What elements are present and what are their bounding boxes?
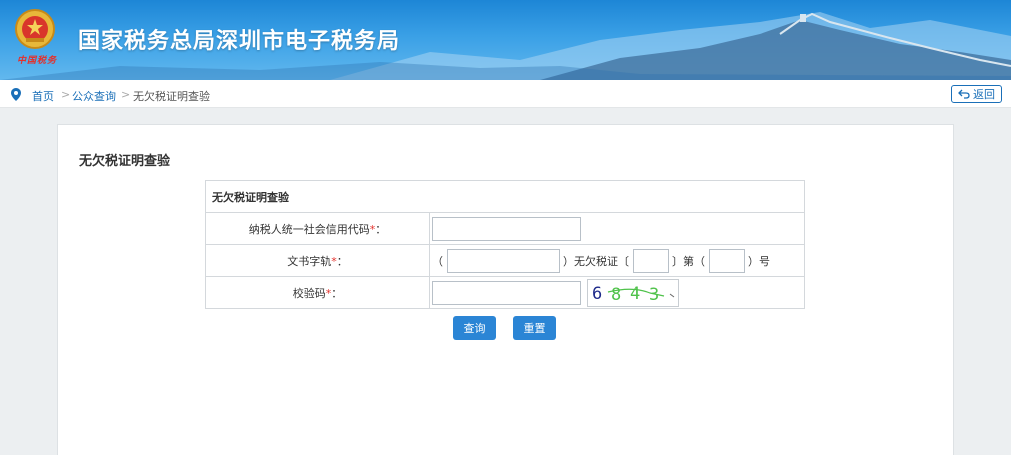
captcha-char: 4 xyxy=(630,284,640,304)
breadcrumb-home-link[interactable]: 首页 xyxy=(32,88,54,104)
query-form-table: 无欠税证明查验 纳税人统一社会信用代码*： 文书字轨*： （ ）无欠税证〔 〕第… xyxy=(205,180,805,309)
captcha-char: 8 xyxy=(611,285,621,305)
location-pin-icon xyxy=(11,88,21,101)
site-header: 中国税务 国家税务总局深圳市电子税务局 xyxy=(0,0,1011,80)
emblem-caption: 中国税务 xyxy=(17,56,58,66)
tax-emblem-icon xyxy=(15,9,55,49)
doc-di-text: 〕第（ xyxy=(672,254,705,268)
doc-number-label: 文书字轨*： xyxy=(205,244,430,277)
form-caption: 无欠税证明查验 xyxy=(205,180,805,213)
breadcrumb-separator: > xyxy=(121,88,131,101)
doc-hao-text: ）号 xyxy=(748,254,770,268)
page-title: 无欠税证明查验 xyxy=(79,154,171,169)
back-button[interactable]: 返回 xyxy=(951,85,1002,103)
captcha-char: 6 xyxy=(592,284,602,304)
verify-code-label: 校验码*： xyxy=(205,276,430,309)
breadcrumb-public-query-link[interactable]: 公众查询 xyxy=(72,88,116,104)
breadcrumb-current: 无欠税证明查验 xyxy=(133,90,210,103)
taxpayer-code-input[interactable] xyxy=(432,216,581,241)
query-button[interactable]: 查询 xyxy=(453,316,496,340)
doc-open-paren: （ xyxy=(432,254,443,268)
site-title: 国家税务总局深圳市电子税务局 xyxy=(78,29,401,54)
captcha-image[interactable]: 6 8 4 3 xyxy=(586,278,679,307)
reset-button[interactable]: 重置 xyxy=(513,316,556,340)
verify-code-input[interactable] xyxy=(432,280,581,305)
doc-cert-text: ）无欠税证〔 xyxy=(563,254,629,268)
return-arrow-icon xyxy=(958,89,970,99)
doc-year-input[interactable] xyxy=(632,248,669,273)
back-button-label: 返回 xyxy=(973,88,995,101)
doc-prefix-input[interactable] xyxy=(446,248,560,273)
breadcrumb: 首页 > 公众查询 > 无欠税证明查验 xyxy=(0,80,1011,108)
breadcrumb-separator: > xyxy=(61,88,71,101)
doc-number-input[interactable] xyxy=(708,248,745,273)
taxpayer-code-label: 纳税人统一社会信用代码*： xyxy=(205,212,430,245)
